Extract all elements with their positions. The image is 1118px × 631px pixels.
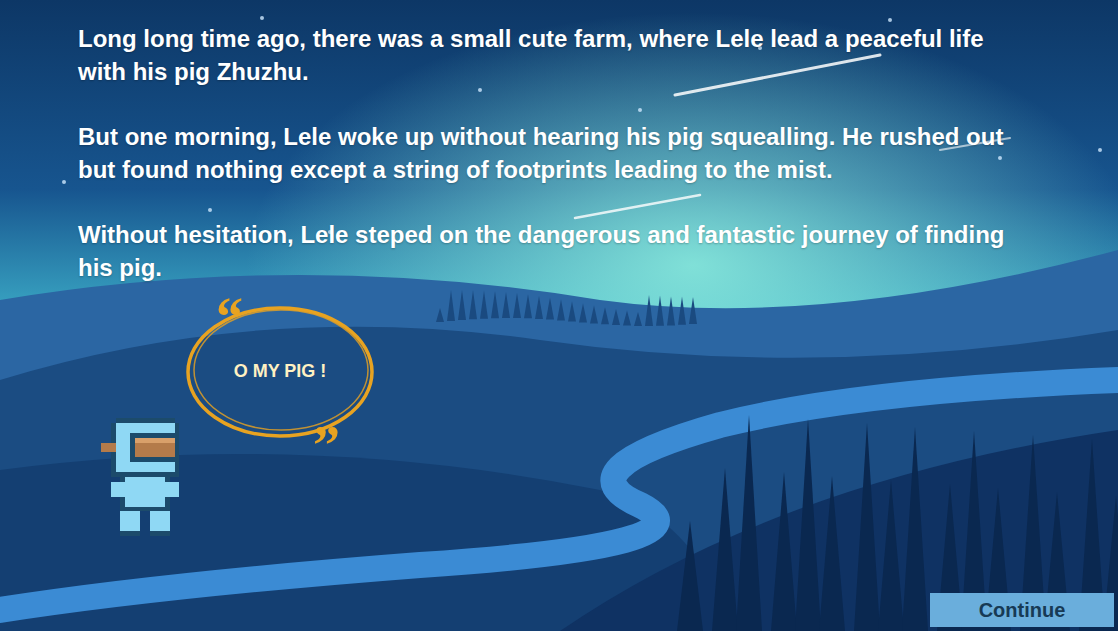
lele-character-icon	[100, 418, 190, 536]
story-text: Long long time ago, there was a small cu…	[78, 22, 1028, 284]
open-quote-icon: “	[216, 290, 243, 344]
story-paragraph: Long long time ago, there was a small cu…	[78, 22, 1028, 88]
story-screen: Long long time ago, there was a small cu…	[0, 0, 1118, 631]
continue-button[interactable]: Continue	[930, 593, 1114, 627]
speech-bubble: “O MY PIG !”	[180, 296, 380, 446]
story-paragraph: Without hesitation, Lele steped on the d…	[78, 218, 1028, 284]
speech-text: O MY PIG !	[234, 361, 327, 382]
close-quote-icon: ”	[313, 418, 340, 472]
story-paragraph: But one morning, Lele woke up without he…	[78, 120, 1028, 186]
night-landscape-background	[0, 0, 1118, 631]
